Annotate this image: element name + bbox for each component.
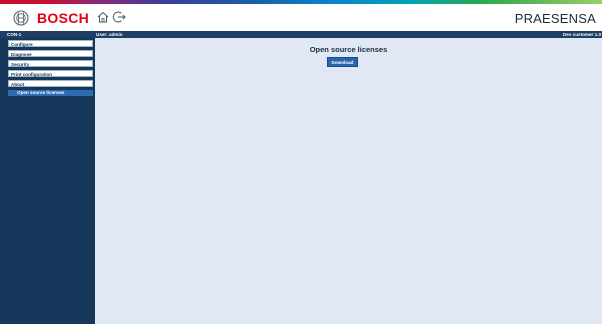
status-bar: CON-1 User: admin Dev customer 1.0: [0, 31, 602, 38]
sidebar-item-security[interactable]: Security: [8, 60, 93, 67]
brand-name: BOSCH: [37, 10, 90, 26]
sidebar-item-print-configuration[interactable]: Print configuration: [8, 70, 93, 77]
product-name: PRAESENSA: [514, 11, 596, 26]
download-button[interactable]: Download: [327, 57, 358, 67]
logout-icon[interactable]: [112, 10, 126, 24]
sidebar-subitem-open-source-licenses[interactable]: Open source licenses: [8, 90, 93, 96]
user-label: User: admin: [96, 32, 123, 37]
bosch-logo-icon: [13, 10, 29, 26]
home-icon[interactable]: [96, 10, 110, 24]
sidebar: Configure Diagnose Security Print config…: [0, 38, 95, 324]
customer-label: Dev customer 1.0: [562, 32, 601, 37]
sidebar-item-diagnose[interactable]: Diagnose: [8, 50, 93, 57]
main-content: Open source licenses Download: [95, 38, 602, 324]
device-name: CON-1: [7, 32, 22, 37]
sidebar-item-configure[interactable]: Configure: [8, 40, 93, 47]
page-title: Open source licenses: [309, 45, 388, 54]
header: BOSCH PRAESENSA: [0, 4, 602, 31]
sidebar-item-about[interactable]: About: [8, 80, 93, 87]
